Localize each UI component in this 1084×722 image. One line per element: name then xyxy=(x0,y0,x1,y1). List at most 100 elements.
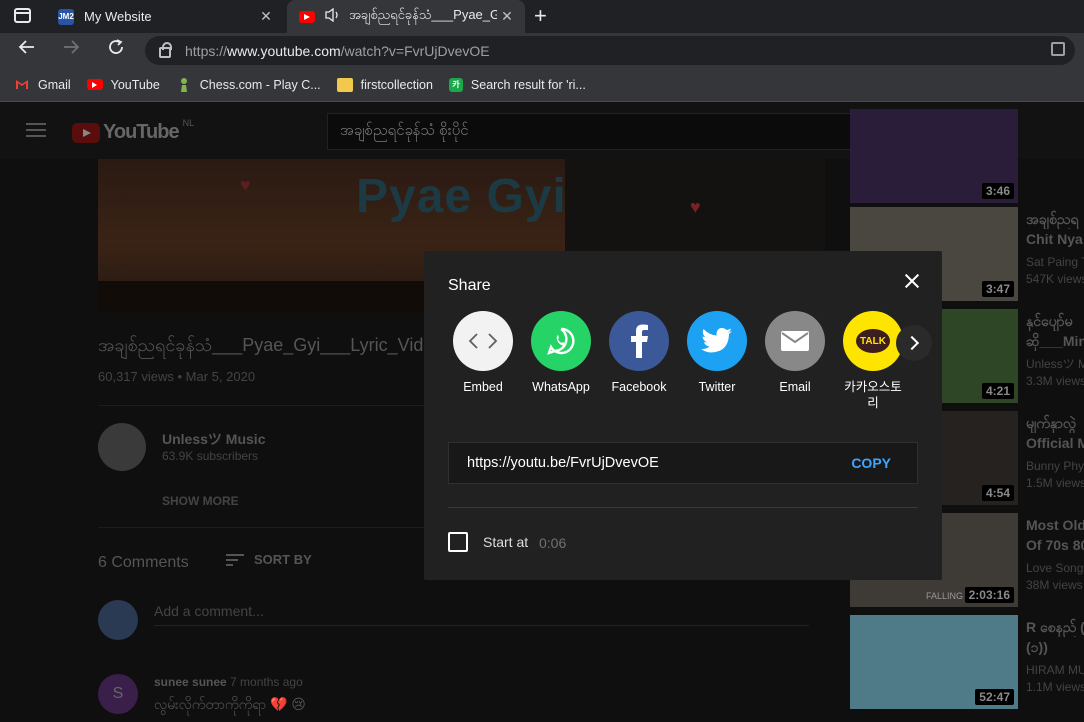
url-scheme: https:// xyxy=(185,42,228,59)
add-comment-input[interactable]: Add a comment... xyxy=(154,603,264,619)
tab-close-icon[interactable]: ✕ xyxy=(497,8,517,25)
new-tab-plus-icon[interactable]: + xyxy=(534,3,547,29)
reload-icon[interactable] xyxy=(107,38,125,62)
bookmark-label: YouTube xyxy=(110,77,160,92)
video-duration: 3:47 xyxy=(981,281,1014,297)
show-more-button[interactable]: SHOW MORE xyxy=(162,494,239,508)
close-icon[interactable] xyxy=(902,271,922,291)
channel-avatar[interactable] xyxy=(98,423,146,471)
recommendation-title[interactable]: R စေနည် ( xyxy=(1026,617,1084,637)
youtube-play-logo-icon xyxy=(72,122,100,143)
share-dialog: Share Embed WhatsApp Facebook Twitter Em… xyxy=(424,251,942,580)
recommendation-title[interactable]: Most Old xyxy=(1026,515,1084,535)
share-target-label: WhatsApp xyxy=(532,380,590,394)
next-chevron-icon[interactable] xyxy=(896,325,932,361)
recommendation-channel: Sat Paing T xyxy=(1026,255,1084,269)
thumbnail-text: FALLING xyxy=(926,591,964,601)
twitter-icon xyxy=(687,311,747,371)
forward-arrow-icon[interactable] xyxy=(62,38,80,62)
share-target-label: Facebook xyxy=(611,380,667,394)
share-link-field[interactable]: https://youtu.be/FvrUjDvevOE COPY xyxy=(448,442,918,484)
lock-icon[interactable] xyxy=(159,42,172,58)
kakao-talk-bubble: TALK xyxy=(856,329,890,353)
comment-author: sunee sunee 7 months ago xyxy=(154,675,303,689)
collections-icon[interactable] xyxy=(1051,42,1065,56)
url-path: /watch?v=FvrUjDvevOE xyxy=(340,42,490,59)
share-facebook-button[interactable]: Facebook xyxy=(599,311,679,395)
commenter-avatar[interactable]: S xyxy=(98,674,138,714)
recommendation-title[interactable]: မျက်နှာလွဲ xyxy=(1026,413,1084,433)
share-email-button[interactable]: Email xyxy=(755,311,835,395)
back-arrow-icon[interactable] xyxy=(18,38,36,62)
tab-title: My Website xyxy=(84,9,152,24)
bookmark-label: Chess.com - Play C... xyxy=(199,77,321,92)
share-dialog-title: Share xyxy=(448,277,491,294)
recommendation-views: 1.1M views xyxy=(1026,680,1084,694)
browser-navigation-bar: https:// www.youtube.com /watch?v=FvrUjD… xyxy=(0,33,1084,68)
bookmark-gmail[interactable]: Gmail xyxy=(14,78,71,92)
share-twitter-button[interactable]: Twitter xyxy=(677,311,757,395)
share-link-url[interactable]: https://youtu.be/FvrUjDvevOE xyxy=(467,455,851,471)
recommendation-views: 3.3M views xyxy=(1026,374,1084,388)
recommendation-thumbnail[interactable]: 52:47 xyxy=(850,615,1018,709)
comment-text: လွမ်းလိုက်တာကိုကိုရာ 💔 😢 xyxy=(154,696,306,712)
tab-my-website[interactable]: JM2 My Website ✕ xyxy=(46,0,284,33)
tab-close-icon[interactable]: ✕ xyxy=(256,8,276,25)
start-at-label: Start at xyxy=(483,534,529,550)
recommendation-title-line2[interactable]: Chit Nya xyxy=(1026,229,1084,249)
bookmark-youtube[interactable]: YouTube xyxy=(86,77,160,92)
bookmark-folder-firstcollection[interactable]: firstcollection xyxy=(336,77,433,92)
bookmark-search-result[interactable]: 카 Search result for 'ri... xyxy=(448,77,586,92)
youtube-icon xyxy=(86,79,103,90)
speaker-icon[interactable] xyxy=(325,7,341,25)
comment-time[interactable]: 7 months ago xyxy=(230,675,303,689)
tab-youtube-video[interactable]: အချစ်ညရင်ခုန်သံ___Pyae_Gyi ✕ xyxy=(287,0,525,33)
video-title: အချစ်ညရင်ခုန်သံ___Pyae_Gyi___Lyric_Video xyxy=(98,335,444,355)
share-kakao-button[interactable]: TALK 카카오스토리 xyxy=(833,311,913,411)
recommendation-channel: Unlessツ M xyxy=(1026,357,1084,371)
recommendation-title-line2[interactable]: (၁)) xyxy=(1026,637,1084,657)
video-duration: 52:47 xyxy=(975,689,1014,705)
copy-button[interactable]: COPY xyxy=(851,455,891,471)
share-target-label: 카카오스토리 xyxy=(844,380,902,410)
start-at-time-input[interactable]: 0:06 xyxy=(539,535,566,551)
youtube-logo[interactable]: YouTube NL xyxy=(72,118,194,144)
comment-input-underline xyxy=(154,625,809,626)
kakao-ka-icon: 카 xyxy=(448,77,463,92)
address-bar[interactable]: https:// www.youtube.com /watch?v=FvrUjD… xyxy=(145,36,1075,65)
channel-name[interactable]: Unlessツ Music xyxy=(162,429,265,449)
recommendation-title[interactable]: နှင်ပျော်မ xyxy=(1026,311,1084,331)
video-overlay-text: Pyae Gyi xyxy=(356,170,567,223)
share-target-label: Email xyxy=(779,380,811,394)
tab-actions-icon[interactable] xyxy=(14,8,31,23)
youtube-logo-text: YouTube xyxy=(103,121,180,143)
comment-author-name[interactable]: sunee sunee xyxy=(154,675,227,689)
my-website-favicon-icon: JM2 xyxy=(58,8,74,25)
recommendation-title[interactable]: အချစ်ညရ xyxy=(1026,209,1084,229)
recommendation-views: 547K views xyxy=(1026,272,1084,286)
recommendation-title-line2[interactable]: ဆို___Min_ xyxy=(1026,331,1084,351)
folder-icon xyxy=(336,77,353,92)
start-at-checkbox[interactable] xyxy=(448,532,468,552)
bookmark-chess[interactable]: Chess.com - Play C... xyxy=(176,77,321,92)
menu-hamburger-icon[interactable] xyxy=(26,123,46,137)
video-duration: 4:21 xyxy=(981,383,1014,399)
sort-by-button[interactable]: SORT BY xyxy=(226,552,312,567)
gmail-icon xyxy=(14,78,30,92)
view-count: 60,317 views xyxy=(98,369,174,384)
tab-title: အချစ်ညရင်ခုန်သံ___Pyae_Gyi xyxy=(349,7,497,22)
kakao-talk-icon: TALK xyxy=(843,311,903,371)
facebook-icon xyxy=(609,311,669,371)
share-target-label: Twitter xyxy=(698,380,736,394)
whatsapp-icon xyxy=(531,311,591,371)
recommendation-thumbnail[interactable]: 3:46 xyxy=(850,109,1018,203)
search-input[interactable]: အချစ်ညရင်ခုန်သံ စိုးပိုင် xyxy=(327,113,898,150)
sort-icon xyxy=(226,553,244,566)
bookmark-label: firstcollection xyxy=(360,77,433,92)
share-whatsapp-button[interactable]: WhatsApp xyxy=(521,311,601,395)
share-embed-button[interactable]: Embed xyxy=(443,311,523,395)
heart-decoration-icon: ♥ xyxy=(690,197,701,217)
recommendation-title-line2[interactable]: Of 70s 80 xyxy=(1026,535,1084,555)
recommendation-views: 38M views xyxy=(1026,578,1083,592)
recommendation-title-line2[interactable]: Official M xyxy=(1026,433,1084,453)
